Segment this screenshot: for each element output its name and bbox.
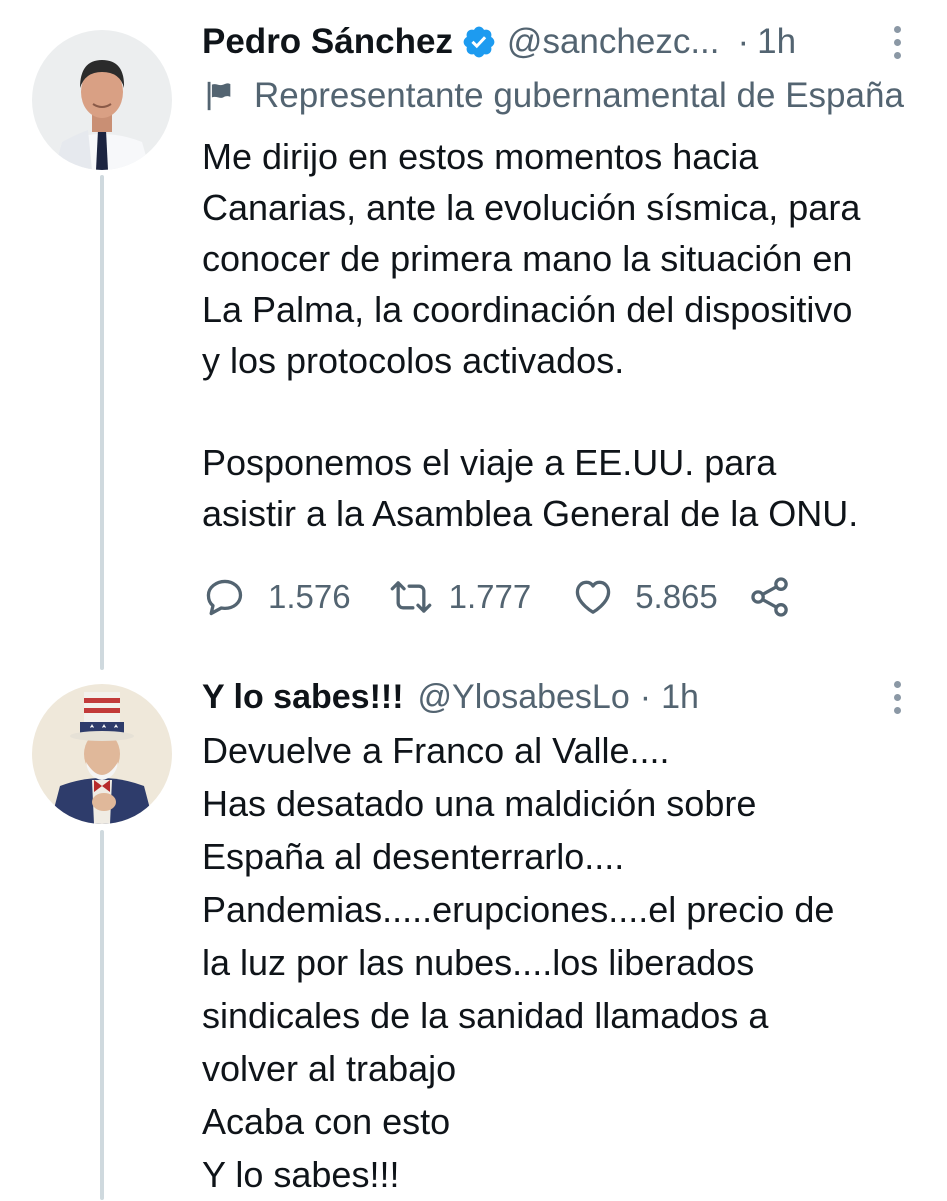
separator-dot: · xyxy=(639,677,652,716)
retweet-count: 1.777 xyxy=(448,578,532,615)
like-button[interactable]: 5.865 xyxy=(571,575,718,619)
thread-line xyxy=(100,175,104,670)
account-label[interactable]: Representante gubernamental de España xyxy=(202,74,947,118)
tweet-actions: 1.576 1.777 5.865 xyxy=(202,572,792,622)
avatar-image xyxy=(32,684,172,824)
verified-badge-icon xyxy=(463,26,495,58)
tweet-timestamp[interactable]: 1h xyxy=(757,22,796,62)
tweet-header: Pedro Sánchez @sanchezc... · 1h xyxy=(202,20,947,64)
thread-line xyxy=(100,830,104,1200)
tweet-text: Devuelve a Franco al Valle.... Has desat… xyxy=(202,730,835,1195)
flag-icon xyxy=(207,81,231,111)
reply-button[interactable]: 1.576 xyxy=(202,575,351,619)
like-count: 5.865 xyxy=(635,578,718,615)
author-handle[interactable]: @sanchezc... xyxy=(507,22,720,62)
separator-dot: · xyxy=(737,22,750,61)
avatar[interactable] xyxy=(32,684,172,824)
tweet-pedro-sanchez[interactable]: Pedro Sánchez @sanchezc... · 1h Represen… xyxy=(0,0,947,670)
tweet-header: Y lo sabes!!! @YlosabesLo · 1h xyxy=(202,675,947,719)
share-icon xyxy=(751,577,788,617)
more-options-icon[interactable] xyxy=(887,20,907,64)
retweet-icon xyxy=(390,581,431,613)
tweet-reply[interactable]: Y lo sabes!!! @YlosabesLo · 1h Devuelve … xyxy=(0,670,947,1200)
retweet-button[interactable]: 1.777 xyxy=(389,575,532,619)
reply-count: 1.576 xyxy=(268,578,351,615)
account-label-text: Representante gubernamental de España xyxy=(254,76,904,115)
author-name[interactable]: Pedro Sánchez xyxy=(202,22,453,62)
heart-icon xyxy=(575,580,611,614)
reply-icon xyxy=(206,579,243,616)
share-button[interactable] xyxy=(748,575,792,619)
avatar[interactable] xyxy=(32,30,172,170)
author-handle[interactable]: @YlosabesLo xyxy=(418,678,630,717)
author-name[interactable]: Y lo sabes!!! xyxy=(202,678,404,717)
tweet-text: Me dirijo en estos momentos hacia Canari… xyxy=(202,136,861,534)
more-options-icon[interactable] xyxy=(887,675,907,719)
tweet-timestamp[interactable]: 1h xyxy=(661,678,699,717)
avatar-image xyxy=(32,30,172,170)
